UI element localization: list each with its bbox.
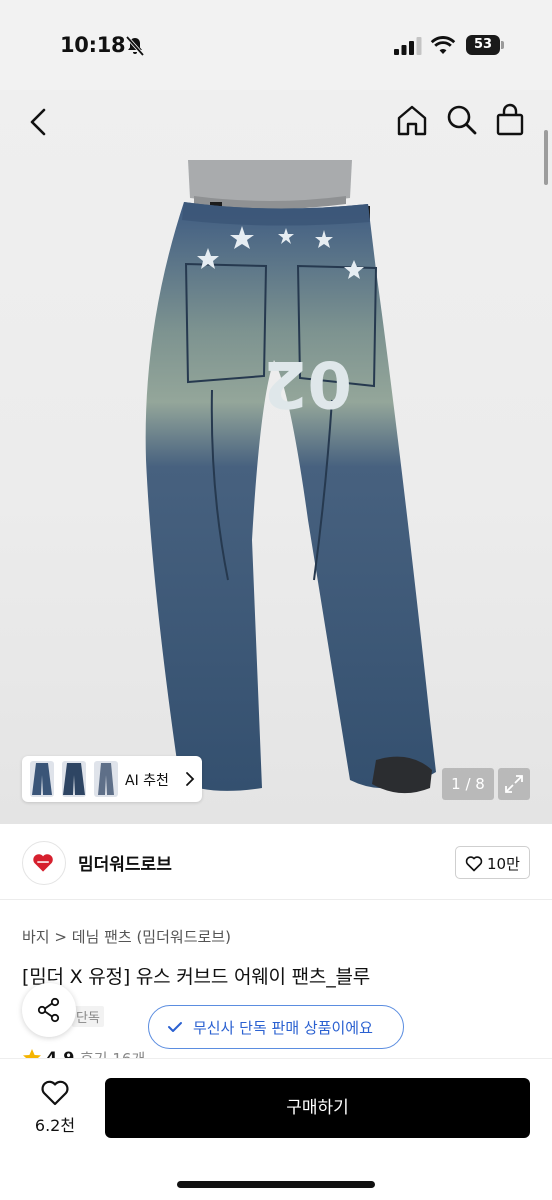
- thumbnail[interactable]: [94, 761, 118, 797]
- ai-recommend-label[interactable]: AI 추천: [125, 770, 169, 790]
- home-icon[interactable]: [394, 102, 430, 138]
- ai-recommend-strip[interactable]: AI 추천: [22, 756, 202, 802]
- product-image: 02: [145, 160, 437, 794]
- expand-icon: [505, 775, 523, 793]
- page-indicator: 1 / 8: [442, 768, 494, 800]
- search-icon[interactable]: [444, 102, 480, 138]
- status-bar: 10:18 53: [0, 0, 552, 90]
- status-time: 10:18: [60, 33, 126, 57]
- product-title: [밈더 X 유정] 유스 커브드 어웨이 팬츠_블루: [22, 966, 371, 988]
- exclusive-notice: 무신사 단독 판매 상품이에요: [148, 1005, 404, 1049]
- share-button[interactable]: [22, 983, 76, 1037]
- thumbnail[interactable]: [62, 761, 86, 797]
- home-indicator[interactable]: [177, 1181, 375, 1188]
- breadcrumb[interactable]: 바지 > 데님 팬츠 (밈더워드로브): [22, 926, 231, 947]
- chevron-right-icon: [186, 772, 195, 786]
- battery-level: 53: [466, 35, 500, 55]
- svg-text:02: 02: [263, 346, 352, 420]
- brand-row[interactable]: 밈더워드로브 10만: [0, 824, 552, 900]
- buy-button[interactable]: 구매하기: [105, 1078, 530, 1138]
- exclusive-tag: 단독: [72, 1006, 104, 1027]
- battery-icon: 53: [466, 35, 504, 55]
- wishlist-button[interactable]: 6.2천: [24, 1079, 86, 1139]
- heart-logo-icon: [33, 854, 53, 872]
- check-icon: [168, 1022, 182, 1032]
- bag-icon[interactable]: [492, 102, 528, 138]
- wishlist-count: 6.2천: [34, 1116, 76, 1135]
- heart-icon: [41, 1080, 69, 1106]
- exclusive-notice-text: 무신사 단독 판매 상품이에요: [193, 1019, 373, 1037]
- battery-cap: [501, 41, 504, 49]
- thumbnail[interactable]: [30, 761, 54, 797]
- product-gallery[interactable]: 02 AI 추천 1 / 8: [0, 90, 552, 824]
- wifi-icon: [430, 36, 456, 54]
- share-icon: [37, 997, 60, 1023]
- brand-logo[interactable]: [22, 841, 66, 885]
- back-icon[interactable]: [22, 104, 58, 140]
- bottom-purchase-bar: 6.2천 구매하기: [0, 1058, 552, 1200]
- bell-slash-icon: [125, 36, 145, 56]
- signal-icon: [394, 37, 422, 55]
- scroll-indicator[interactable]: [544, 130, 548, 185]
- expand-button[interactable]: [498, 768, 530, 800]
- brand-like-count: 10만: [487, 855, 520, 873]
- brand-name[interactable]: 밈더워드로브: [78, 850, 172, 875]
- heart-icon: [465, 856, 483, 872]
- brand-like-button[interactable]: 10만: [455, 846, 530, 879]
